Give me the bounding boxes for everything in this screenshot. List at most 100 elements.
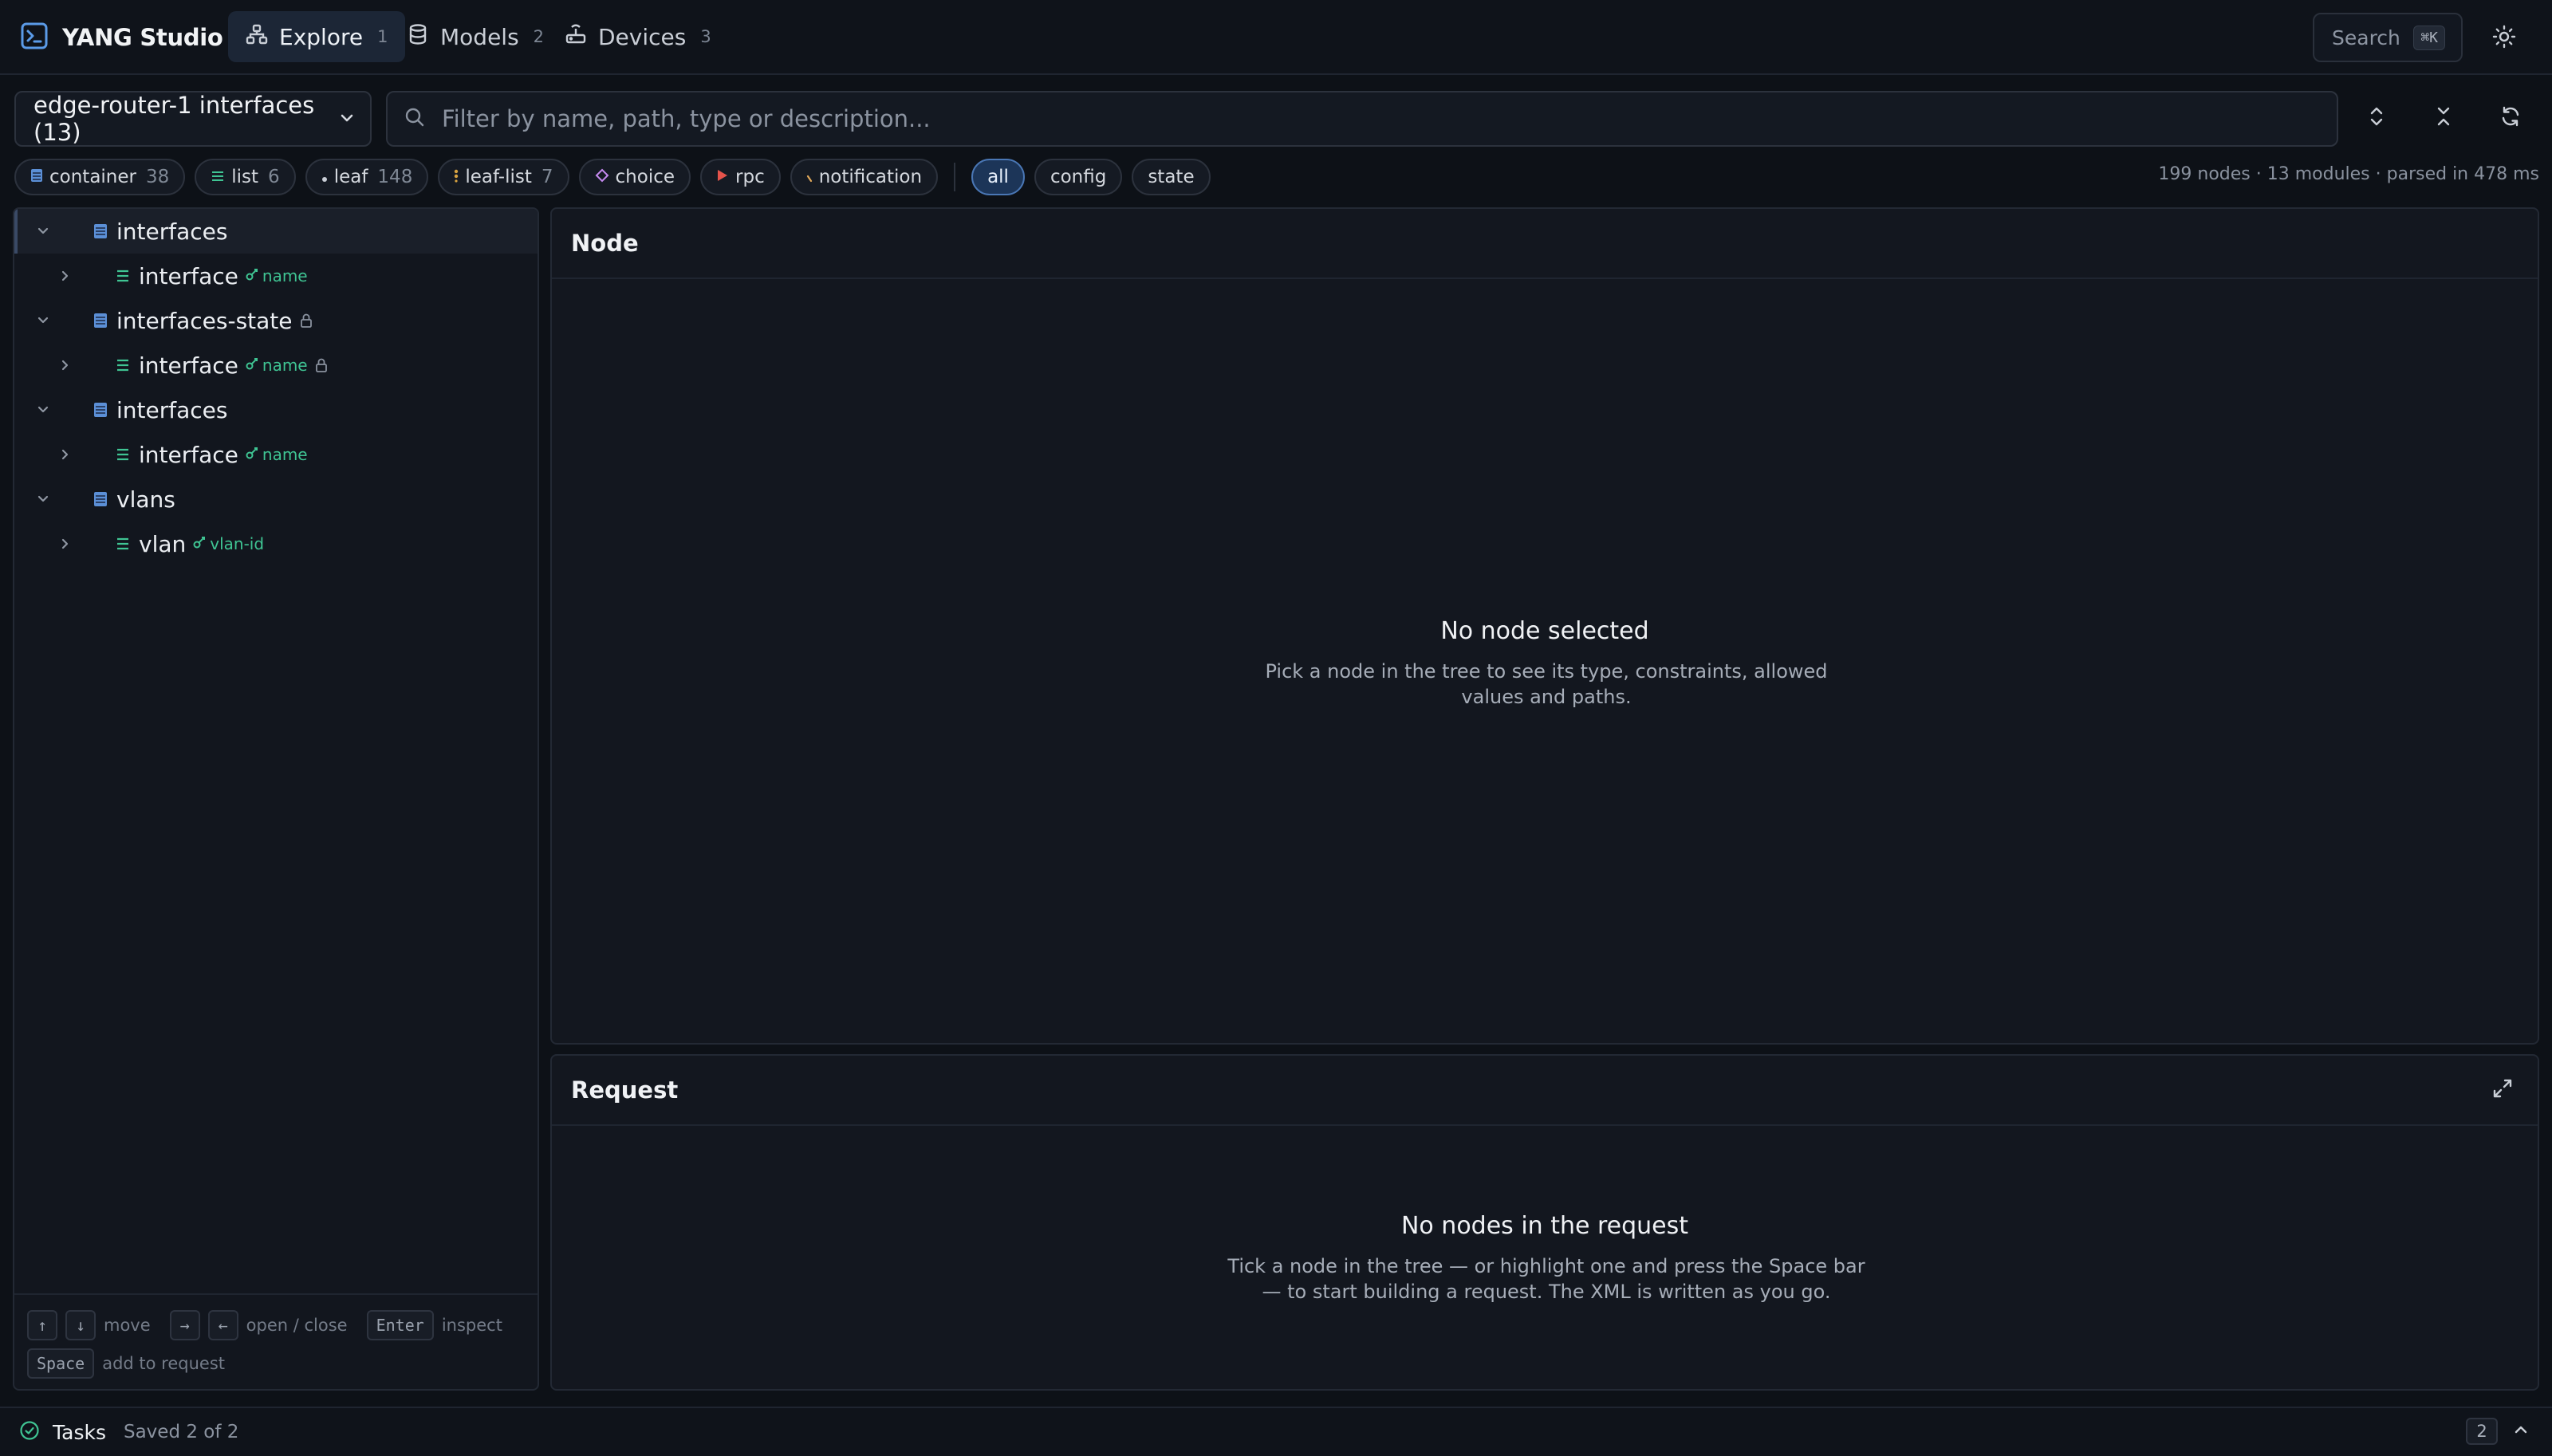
container-icon (91, 311, 110, 330)
chevron-right-icon[interactable] (54, 533, 77, 555)
list-icon (113, 445, 132, 464)
app-brand[interactable]: YANG Studio (21, 21, 223, 54)
key-name: name (262, 356, 308, 375)
chip-scope-config-label: config (1050, 167, 1107, 187)
chip-leaf[interactable]: leaf 148 (305, 159, 429, 195)
tasks-label[interactable]: Tasks (53, 1421, 106, 1444)
rpc-icon (716, 167, 729, 187)
tree-row[interactable]: vlans (14, 477, 538, 521)
tab-models-label: Models (440, 23, 519, 50)
refresh-icon (2499, 105, 2522, 131)
filter-input[interactable] (442, 105, 2321, 132)
tree-row[interactable]: interface name (14, 254, 538, 298)
theme-toggle-button[interactable] (2488, 22, 2520, 54)
chevron-right-icon[interactable] (54, 443, 77, 466)
tree-node-label: interfaces (116, 396, 228, 423)
notification-icon (806, 167, 813, 187)
key-icon (245, 266, 259, 285)
kbd-left: ← (207, 1310, 238, 1340)
expand-panel-button[interactable] (2488, 1076, 2517, 1105)
chevron-down-icon[interactable] (32, 309, 54, 332)
maximize-icon (2491, 1077, 2514, 1105)
app-title: YANG Studio (62, 24, 223, 51)
tree-node-label: interface (139, 441, 238, 468)
tree-row[interactable]: interfaces (14, 209, 538, 254)
search-button-label: Search (2332, 26, 2400, 49)
tab-models[interactable]: Models 2 (389, 11, 561, 62)
chevron-down-icon[interactable] (32, 399, 54, 421)
key-icon (192, 534, 207, 553)
chip-list[interactable]: list 6 (195, 159, 296, 195)
tree-row[interactable]: interface name (14, 432, 538, 477)
chip-choice[interactable]: choice (578, 159, 691, 195)
node-panel-title: Node (571, 230, 639, 257)
chevron-right-icon[interactable] (54, 354, 77, 376)
node-empty-title: No node selected (1440, 617, 1649, 645)
collapse-all-button[interactable] (2426, 100, 2461, 136)
tree-row[interactable]: interfaces-state (14, 298, 538, 343)
chip-container[interactable]: container 38 (14, 159, 186, 195)
kbd-space: Space (27, 1348, 95, 1379)
chip-container-label: container (49, 167, 136, 187)
tree-row[interactable]: interface name (14, 343, 538, 388)
search-button[interactable]: Search ⌘K (2313, 13, 2463, 62)
chip-scope-all[interactable]: all (971, 159, 1025, 195)
chip-scope-state[interactable]: state (1132, 159, 1211, 195)
tasks-expand-button[interactable] (2509, 1419, 2533, 1443)
leaf-icon (321, 167, 328, 187)
filter-field[interactable] (386, 91, 2338, 147)
tree-row[interactable]: vlan vlan-id (14, 521, 538, 566)
key-badge: name (245, 356, 308, 375)
lock-icon (314, 357, 329, 373)
move-hint: move (104, 1316, 151, 1335)
dataset-select[interactable]: edge-router-1 interfaces (13) (14, 91, 372, 147)
container-icon (91, 400, 110, 419)
container-icon (30, 167, 43, 187)
chevron-down-icon (338, 105, 356, 132)
tab-devices-label: Devices (598, 23, 687, 50)
key-badge: name (245, 266, 308, 285)
key-badge: name (245, 445, 308, 464)
tasks-status: Saved 2 of 2 (123, 1422, 239, 1442)
tab-explore[interactable]: Explore 1 (228, 11, 406, 62)
tree-panel: interfaces interface name interfaces-sta… (13, 207, 539, 1391)
search-shortcut: ⌘K (2413, 25, 2445, 50)
tree-node-label: interface (139, 352, 238, 379)
chevron-down-icon[interactable] (32, 488, 54, 510)
chip-leaf-label: leaf (333, 167, 368, 187)
chip-rpc[interactable]: rpc (700, 159, 781, 195)
request-empty-title: No nodes in the request (1400, 1212, 1689, 1240)
open-close-hint: open / close (246, 1316, 348, 1335)
add-to-request-hint: add to request (102, 1354, 226, 1373)
expand-all-button[interactable] (2359, 100, 2394, 136)
chip-leaf-count: 148 (377, 167, 413, 187)
container-icon (91, 490, 110, 509)
chevron-right-icon[interactable] (54, 265, 77, 287)
tree-node-label: interface (139, 262, 238, 289)
chevron-up-icon (2512, 1421, 2530, 1442)
keyboard-help: ↑ ↓ move → ← open / close Enter inspect … (14, 1293, 538, 1389)
tab-models-count: 2 (533, 27, 545, 46)
tree-node-label: interfaces (116, 218, 228, 245)
list-icon (113, 266, 132, 285)
router-icon (565, 23, 587, 51)
tree-node-label: vlans (116, 486, 175, 513)
chip-choice-label: choice (615, 167, 675, 187)
node-panel: Node No node selected Pick a node in the… (550, 207, 2539, 1045)
refresh-button[interactable] (2493, 100, 2528, 136)
chevron-down-icon[interactable] (32, 220, 54, 242)
chip-notification[interactable]: notification (790, 159, 939, 195)
terminal-logo-icon (21, 22, 48, 53)
tree-row[interactable]: interfaces (14, 388, 538, 432)
check-circle-icon (19, 1420, 40, 1444)
chip-leaf-list[interactable]: leaf-list 7 (438, 159, 569, 195)
chip-scope-config[interactable]: config (1034, 159, 1123, 195)
chip-scope-all-label: all (987, 167, 1009, 187)
key-name: name (262, 266, 308, 285)
request-empty-description: Tick a node in the tree — or highlight o… (1227, 1255, 1865, 1303)
type-filter-chips: container 38 list 6 leaf 148 leaf-list 7… (14, 158, 1211, 196)
top-bar: YANG Studio Explore 1 Models 2 Devices 3 (0, 0, 2552, 75)
container-icon (91, 222, 110, 241)
tab-devices[interactable]: Devices 3 (547, 11, 729, 62)
tab-devices-count: 3 (700, 27, 711, 46)
